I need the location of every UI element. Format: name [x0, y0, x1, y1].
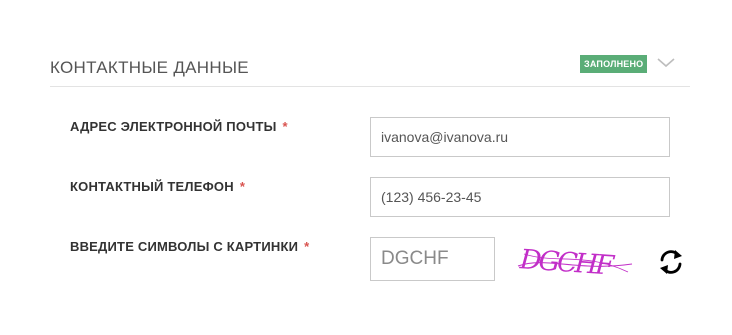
status-badge: ЗАПОЛНЕНО	[580, 55, 648, 73]
required-marker: *	[239, 179, 246, 194]
chevron-down-icon[interactable]	[656, 57, 676, 69]
required-marker: *	[282, 119, 288, 134]
required-marker: *	[304, 239, 310, 254]
email-label: АДРЕС ЭЛЕКТРОННОЙ ПОЧТЫ *	[70, 119, 288, 134]
section-title: КОНТАКТНЫЕ ДАННЫЕ	[50, 58, 249, 77]
email-field[interactable]	[370, 117, 670, 157]
refresh-icon[interactable]	[656, 247, 686, 277]
phone-field[interactable]	[370, 177, 670, 217]
phone-label: КОНТАКТНЫЙ ТЕЛЕФОН *	[70, 179, 245, 194]
captcha-label: ВВЕДИТЕ СИМВОЛЫ С КАРТИНКИ *	[70, 239, 309, 254]
section-header: КОНТАКТНЫЕ ДАННЫЕ ЗАПОЛНЕНО	[50, 48, 690, 87]
captcha-image: DGCHF	[517, 244, 633, 282]
captcha-input[interactable]	[370, 237, 495, 281]
phone-label-text: КОНТАКТНЫЙ ТЕЛЕФОН	[70, 179, 234, 194]
captcha-label-text: ВВЕДИТЕ СИМВОЛЫ С КАРТИНКИ	[70, 239, 299, 254]
email-label-text: АДРЕС ЭЛЕКТРОННОЙ ПОЧТЫ	[70, 119, 277, 134]
